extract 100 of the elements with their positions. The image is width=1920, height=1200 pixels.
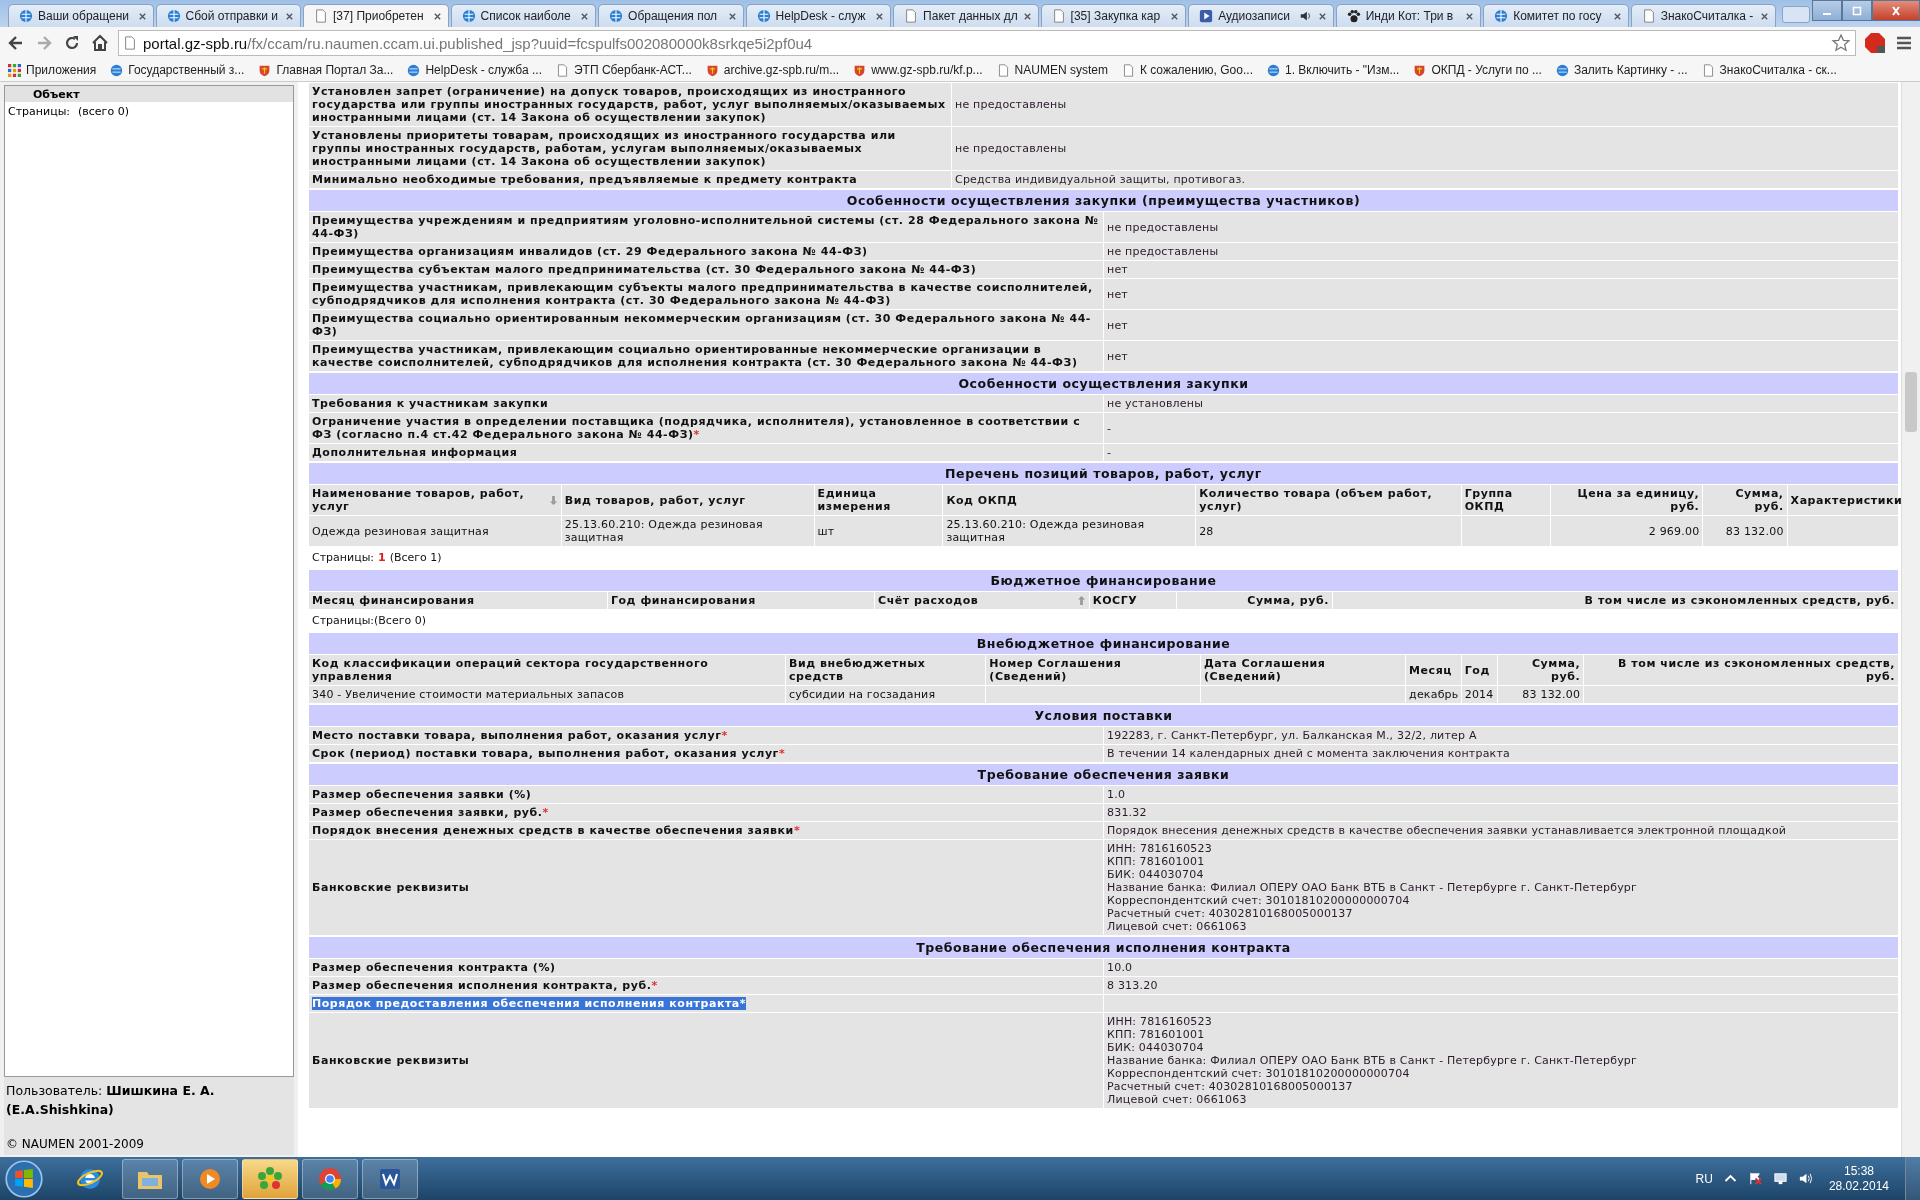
globe-icon[interactable] xyxy=(1555,63,1569,77)
section-heading: Условия поставки xyxy=(308,704,1899,727)
table-cell: 25.13.60.210: Одежда резиновая защитная xyxy=(942,515,1196,547)
close-icon[interactable] xyxy=(875,11,885,21)
close-button[interactable] xyxy=(1872,0,1920,21)
page-total: (всего 0) xyxy=(78,105,129,118)
bookmark-link[interactable]: Залить Картинку - ... xyxy=(1573,63,1688,77)
shield-icon[interactable] xyxy=(258,63,272,77)
bookmark-link[interactable]: www.gz-spb.ru/kf.p... xyxy=(871,63,983,77)
section-heading: Особенности осуществления закупки (преимущества участников) xyxy=(308,189,1899,212)
browser-tab[interactable]: Ваши обращени xyxy=(8,4,154,27)
field-value: нет xyxy=(1103,309,1899,341)
close-icon[interactable] xyxy=(1465,11,1475,21)
globe-icon[interactable] xyxy=(1266,63,1280,77)
close-icon[interactable] xyxy=(727,11,737,21)
field-value: - xyxy=(1103,412,1899,444)
close-icon[interactable] xyxy=(137,11,147,21)
field-label: Преимущества участникам, привлекающим социально ориентированные некоммерческие организации в качестве соисполнителей, субподрядчиков для исполнения контракта (ст. 30 Федерального закона № 44-ФЗ) xyxy=(308,340,1104,372)
browser-tab[interactable]: [37] Приобретен xyxy=(303,4,449,27)
browser-tab[interactable]: Сбой отправки и xyxy=(155,4,302,27)
page-icon xyxy=(1051,9,1066,23)
table-cell: 25.13.60.210: Одежда резиновая защитная xyxy=(561,515,815,547)
field-value: нет xyxy=(1103,278,1899,310)
browser-tab[interactable]: Обращения пол xyxy=(598,4,744,27)
page-icon xyxy=(314,9,329,23)
page-icon xyxy=(904,9,919,23)
network-icon[interactable] xyxy=(1772,1171,1788,1186)
pager-label: Страницы: xyxy=(312,551,375,564)
column-header[interactable]: Код ОКПД xyxy=(946,493,1018,507)
field-label: Установлен запрет (ограничение) на допуск товаров, происходящих из иностранного государства или группы иностранных государств, работ, услуг выполняемых/оказываемых иностранными лицами (ст. 14 Закона об осуществлении закупок) xyxy=(308,82,952,127)
column-header: Объект xyxy=(33,87,80,101)
language-indicator[interactable]: RU xyxy=(1695,1171,1713,1186)
field-value: не предоставлены xyxy=(951,126,1899,171)
close-icon[interactable] xyxy=(1170,11,1180,21)
apps-grid-icon[interactable] xyxy=(8,63,21,77)
speaker-icon[interactable] xyxy=(1298,9,1313,23)
close-icon xyxy=(1890,5,1903,16)
clock-time[interactable]: 15:38 xyxy=(1843,1163,1874,1179)
bookmark-link[interactable]: NAUMEN system xyxy=(1014,63,1108,77)
bookmark-link[interactable]: ОКПД - Услуги по ... xyxy=(1431,63,1542,77)
globe-icon xyxy=(756,9,771,23)
browser-tab[interactable]: Аудиозаписи xyxy=(1188,4,1334,27)
star-icon[interactable] xyxy=(1831,33,1851,53)
browser-tab[interactable]: Список наиболе xyxy=(450,4,597,27)
section-heading: Бюджетное финансирование xyxy=(308,569,1899,592)
globe-icon xyxy=(1494,9,1509,23)
scrollbar[interactable] xyxy=(1901,82,1920,1157)
bookmark-link[interactable]: 1. Включить - "Изм... xyxy=(1284,63,1400,77)
shield-icon[interactable] xyxy=(853,63,867,77)
minimize-icon xyxy=(1823,12,1832,15)
pager-label: Страницы: xyxy=(312,614,375,627)
bookmark-link[interactable]: ЗнакоСчиталка - ск... xyxy=(1719,63,1837,77)
clock-date[interactable]: 28.02.2014 xyxy=(1828,1178,1889,1194)
bookmark-link[interactable]: archive.gz-spb.ru/m... xyxy=(723,63,840,77)
browser-tab[interactable]: Пакет данных дл xyxy=(893,4,1039,27)
globe-icon xyxy=(461,9,476,23)
stop-sign-icon[interactable] xyxy=(1864,32,1886,54)
bookmark-link[interactable]: Приложения xyxy=(26,63,97,77)
close-icon[interactable] xyxy=(432,11,442,21)
home-icon[interactable] xyxy=(90,33,110,53)
field-value: ИНН: 7816160523 КПП: 781601001 БИК: 044030704 Название банка: Филиал ОПЕРУ ОАО Банк ВТБ в Санкт - Петербурге г. Санкт-Петербург Корреспондентский счет: 30101810200000000704 Расчетный счет: 40302810168005000137 Лицевой счет: 0661063 xyxy=(1103,1012,1899,1109)
minimize-button[interactable] xyxy=(1812,0,1843,21)
bookmark-link[interactable]: ЭТП Сбербанк-АСТ... xyxy=(574,63,692,77)
globe-icon xyxy=(19,9,33,23)
globe-icon xyxy=(166,9,181,23)
shield-icon[interactable] xyxy=(1413,63,1427,77)
bookmark-link[interactable]: Государственный з... xyxy=(128,63,245,77)
globe-icon[interactable] xyxy=(110,63,124,77)
taskbar-app[interactable] xyxy=(362,1158,418,1199)
start-button[interactable] xyxy=(4,1158,44,1199)
browser-tab[interactable]: Инди Кот: Три в xyxy=(1335,4,1482,27)
flag-icon[interactable] xyxy=(1747,1171,1763,1186)
close-icon[interactable] xyxy=(1317,11,1327,21)
browser-tab[interactable]: ЗнакоСчиталка - xyxy=(1630,4,1777,27)
close-icon[interactable] xyxy=(285,11,295,21)
table-cell: 83 132.00 xyxy=(1702,515,1788,547)
taskbar-app[interactable] xyxy=(182,1158,238,1199)
maximize-button[interactable] xyxy=(1842,0,1873,21)
close-icon[interactable] xyxy=(1612,11,1622,21)
page-link[interactable]: 1 xyxy=(378,551,386,564)
browser-tab[interactable]: Комитет по госу xyxy=(1483,4,1629,27)
close-icon[interactable] xyxy=(1760,11,1770,21)
bookmark-link[interactable]: HelpDesk - служба ... xyxy=(425,63,542,77)
browser-tab[interactable]: HelpDesk - служ xyxy=(745,4,892,27)
page-icon[interactable] xyxy=(556,63,569,77)
globe-icon[interactable] xyxy=(407,63,421,77)
bookmark-link[interactable]: К сожалению, Goo... xyxy=(1139,63,1253,77)
close-icon[interactable] xyxy=(1022,11,1032,21)
section-heading: Требование обеспечения исполнения контракта xyxy=(308,936,1899,959)
page-icon[interactable] xyxy=(1701,63,1715,77)
page-icon[interactable] xyxy=(996,63,1010,77)
bookmark-link[interactable]: Главная Портал За... xyxy=(276,63,394,77)
page-icon[interactable] xyxy=(1121,63,1135,77)
close-icon[interactable] xyxy=(580,11,590,21)
shield-icon[interactable] xyxy=(705,63,719,77)
browser-tab[interactable]: [35] Закупка кар xyxy=(1040,4,1187,27)
taskbar-app[interactable] xyxy=(122,1158,178,1199)
speaker-icon[interactable] xyxy=(1797,1171,1813,1186)
taskbar-app[interactable] xyxy=(302,1158,358,1199)
taskbar-app[interactable] xyxy=(242,1158,298,1199)
